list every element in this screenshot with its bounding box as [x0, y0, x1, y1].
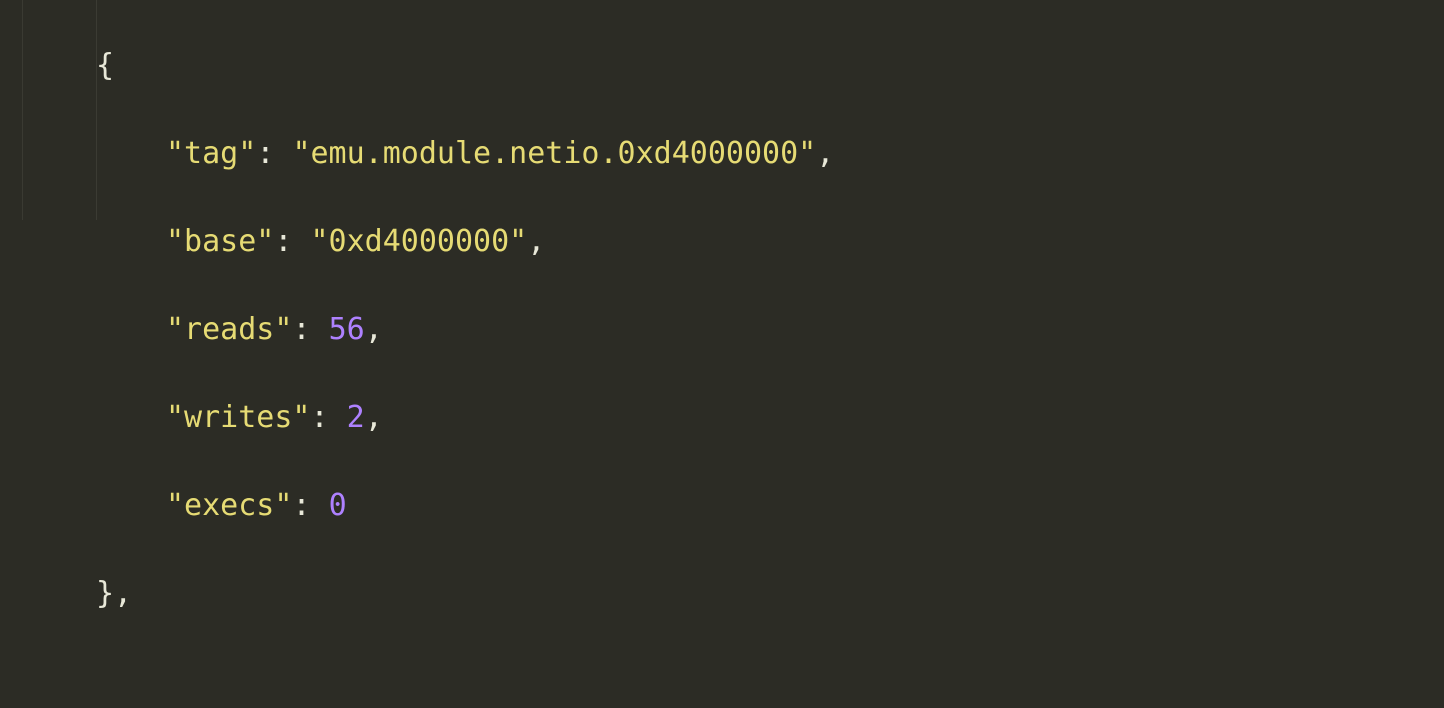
json-value-execs: 0 [329, 488, 347, 523]
code-content: { "tag": "emu.module.netio.0xd4000000", … [0, 0, 1123, 708]
json-value-writes: 2 [347, 400, 365, 435]
code-line: "tag": "emu.module.netio.0xd4000000", [96, 132, 1123, 176]
json-key-base: "base" [166, 224, 274, 259]
code-editor[interactable]: { "tag": "emu.module.netio.0xd4000000", … [0, 0, 1444, 220]
json-key-execs: "execs" [166, 488, 292, 523]
code-line-blank [96, 660, 1123, 704]
json-value-base: "0xd4000000" [311, 224, 528, 259]
code-line: "base": "0xd4000000", [96, 220, 1123, 264]
json-value-tag: "emu.module.netio.0xd4000000" [292, 136, 816, 171]
json-key-reads: "reads" [166, 312, 292, 347]
code-line: "execs": 0 [96, 484, 1123, 528]
brace-open: { [96, 48, 114, 83]
json-key-tag: "tag" [166, 136, 256, 171]
json-value-reads: 56 [329, 312, 365, 347]
code-line: }, [96, 572, 1123, 616]
code-line: "reads": 56, [96, 308, 1123, 352]
json-key-writes: "writes" [166, 400, 311, 435]
code-line: { [96, 44, 1123, 88]
code-line: "writes": 2, [96, 396, 1123, 440]
brace-close: }, [96, 576, 132, 611]
